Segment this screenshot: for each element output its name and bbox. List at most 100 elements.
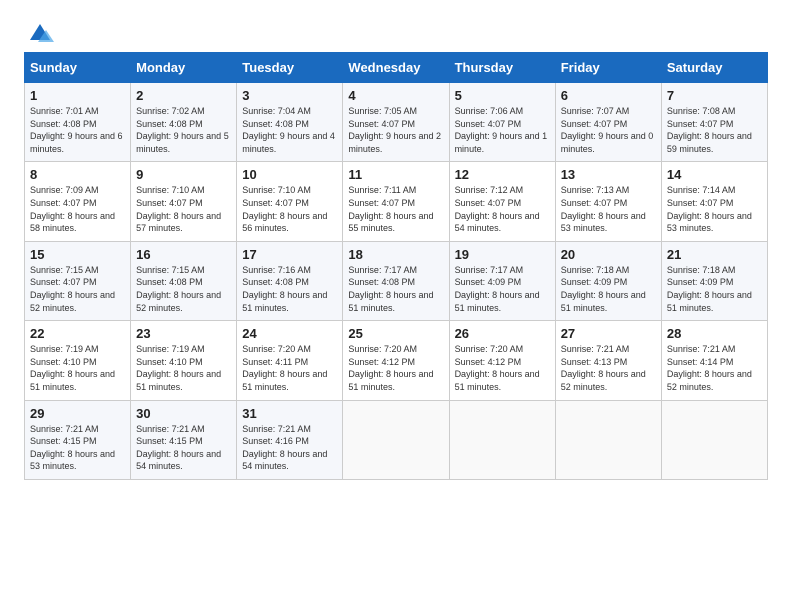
week-row-4: 22 Sunrise: 7:19 AM Sunset: 4:10 PM Dayli… [25,321,768,400]
logo-icon [26,20,54,48]
day-number: 2 [136,88,231,103]
calendar-cell: 30 Sunrise: 7:21 AM Sunset: 4:15 PM Dayli… [131,400,237,479]
day-number: 1 [30,88,125,103]
day-header-saturday: Saturday [661,53,767,83]
calendar-cell: 15 Sunrise: 7:15 AM Sunset: 4:07 PM Dayli… [25,241,131,320]
calendar-cell: 3 Sunrise: 7:04 AM Sunset: 4:08 PM Daylig… [237,83,343,162]
calendar-cell: 14Sunrise: 7:14 AM Sunset: 4:07 PM Dayli… [661,162,767,241]
calendar-cell: 28Sunrise: 7:21 AM Sunset: 4:14 PM Dayli… [661,321,767,400]
calendar-table: SundayMondayTuesdayWednesdayThursdayFrid… [24,52,768,480]
week-row-3: 15 Sunrise: 7:15 AM Sunset: 4:07 PM Dayli… [25,241,768,320]
calendar-cell: 5 Sunrise: 7:06 AM Sunset: 4:07 PM Daylig… [449,83,555,162]
day-info: Sunrise: 7:04 AM Sunset: 4:08 PM Dayligh… [242,105,337,155]
day-info: Sunrise: 7:19 AM Sunset: 4:10 PM Dayligh… [136,343,231,393]
header-row: SundayMondayTuesdayWednesdayThursdayFrid… [25,53,768,83]
day-header-friday: Friday [555,53,661,83]
day-info: Sunrise: 7:19 AM Sunset: 4:10 PM Dayligh… [30,343,125,393]
calendar-cell: 1 Sunrise: 7:01 AM Sunset: 4:08 PM Daylig… [25,83,131,162]
day-info: Sunrise: 7:02 AM Sunset: 4:08 PM Dayligh… [136,105,231,155]
calendar-cell: 20 Sunrise: 7:18 AM Sunset: 4:09 PM Dayli… [555,241,661,320]
calendar-cell: 19Sunrise: 7:17 AM Sunset: 4:09 PM Dayli… [449,241,555,320]
day-number: 27 [561,326,656,341]
day-info: Sunrise: 7:20 AM Sunset: 4:12 PM Dayligh… [348,343,443,393]
day-info: Sunrise: 7:21 AM Sunset: 4:15 PM Dayligh… [30,423,125,473]
day-info: Sunrise: 7:06 AM Sunset: 4:07 PM Dayligh… [455,105,550,155]
day-info: Sunrise: 7:18 AM Sunset: 4:09 PM Dayligh… [667,264,762,314]
calendar-cell: 25Sunrise: 7:20 AM Sunset: 4:12 PM Dayli… [343,321,449,400]
day-info: Sunrise: 7:05 AM Sunset: 4:07 PM Dayligh… [348,105,443,155]
day-header-sunday: Sunday [25,53,131,83]
day-number: 26 [455,326,550,341]
calendar-cell: 29Sunrise: 7:21 AM Sunset: 4:15 PM Dayli… [25,400,131,479]
week-row-5: 29Sunrise: 7:21 AM Sunset: 4:15 PM Dayli… [25,400,768,479]
day-info: Sunrise: 7:15 AM Sunset: 4:08 PM Dayligh… [136,264,231,314]
day-info: Sunrise: 7:11 AM Sunset: 4:07 PM Dayligh… [348,184,443,234]
day-number: 18 [348,247,443,262]
day-info: Sunrise: 7:16 AM Sunset: 4:08 PM Dayligh… [242,264,337,314]
calendar-cell: 17 Sunrise: 7:16 AM Sunset: 4:08 PM Dayli… [237,241,343,320]
day-number: 4 [348,88,443,103]
day-number: 15 [30,247,125,262]
calendar-cell: 26 Sunrise: 7:20 AM Sunset: 4:12 PM Dayli… [449,321,555,400]
day-number: 12 [455,167,550,182]
day-info: Sunrise: 7:10 AM Sunset: 4:07 PM Dayligh… [136,184,231,234]
day-info: Sunrise: 7:21 AM Sunset: 4:14 PM Dayligh… [667,343,762,393]
calendar-cell: 22 Sunrise: 7:19 AM Sunset: 4:10 PM Dayli… [25,321,131,400]
day-number: 19 [455,247,550,262]
day-header-monday: Monday [131,53,237,83]
calendar-cell [555,400,661,479]
day-number: 9 [136,167,231,182]
day-info: Sunrise: 7:01 AM Sunset: 4:08 PM Dayligh… [30,105,125,155]
day-number: 6 [561,88,656,103]
day-info: Sunrise: 7:09 AM Sunset: 4:07 PM Dayligh… [30,184,125,234]
day-number: 17 [242,247,337,262]
day-info: Sunrise: 7:15 AM Sunset: 4:07 PM Dayligh… [30,264,125,314]
day-number: 11 [348,167,443,182]
calendar-cell: 27Sunrise: 7:21 AM Sunset: 4:13 PM Dayli… [555,321,661,400]
calendar-cell: 21 Sunrise: 7:18 AM Sunset: 4:09 PM Dayli… [661,241,767,320]
day-number: 14 [667,167,762,182]
day-number: 20 [561,247,656,262]
day-info: Sunrise: 7:10 AM Sunset: 4:07 PM Dayligh… [242,184,337,234]
calendar-cell: 11 Sunrise: 7:11 AM Sunset: 4:07 PM Dayli… [343,162,449,241]
calendar-cell [343,400,449,479]
calendar-cell: 23 Sunrise: 7:19 AM Sunset: 4:10 PM Dayli… [131,321,237,400]
day-number: 5 [455,88,550,103]
calendar-cell: 31 Sunrise: 7:21 AM Sunset: 4:16 PM Dayli… [237,400,343,479]
day-info: Sunrise: 7:21 AM Sunset: 4:15 PM Dayligh… [136,423,231,473]
day-info: Sunrise: 7:21 AM Sunset: 4:16 PM Dayligh… [242,423,337,473]
day-number: 7 [667,88,762,103]
calendar-cell: 4 Sunrise: 7:05 AM Sunset: 4:07 PM Daylig… [343,83,449,162]
day-number: 23 [136,326,231,341]
day-info: Sunrise: 7:07 AM Sunset: 4:07 PM Dayligh… [561,105,656,155]
day-number: 8 [30,167,125,182]
calendar-cell [661,400,767,479]
day-number: 30 [136,406,231,421]
calendar-cell: 8 Sunrise: 7:09 AM Sunset: 4:07 PM Daylig… [25,162,131,241]
day-number: 31 [242,406,337,421]
day-info: Sunrise: 7:17 AM Sunset: 4:08 PM Dayligh… [348,264,443,314]
day-number: 13 [561,167,656,182]
day-number: 22 [30,326,125,341]
day-info: Sunrise: 7:20 AM Sunset: 4:11 PM Dayligh… [242,343,337,393]
calendar-cell: 10 Sunrise: 7:10 AM Sunset: 4:07 PM Dayli… [237,162,343,241]
day-number: 3 [242,88,337,103]
day-header-wednesday: Wednesday [343,53,449,83]
day-number: 16 [136,247,231,262]
day-info: Sunrise: 7:20 AM Sunset: 4:12 PM Dayligh… [455,343,550,393]
day-info: Sunrise: 7:18 AM Sunset: 4:09 PM Dayligh… [561,264,656,314]
day-info: Sunrise: 7:12 AM Sunset: 4:07 PM Dayligh… [455,184,550,234]
day-header-thursday: Thursday [449,53,555,83]
day-info: Sunrise: 7:13 AM Sunset: 4:07 PM Dayligh… [561,184,656,234]
day-number: 10 [242,167,337,182]
calendar-cell: 12 Sunrise: 7:12 AM Sunset: 4:07 PM Dayli… [449,162,555,241]
calendar-cell: 9 Sunrise: 7:10 AM Sunset: 4:07 PM Daylig… [131,162,237,241]
week-row-2: 8 Sunrise: 7:09 AM Sunset: 4:07 PM Daylig… [25,162,768,241]
day-info: Sunrise: 7:08 AM Sunset: 4:07 PM Dayligh… [667,105,762,155]
day-number: 24 [242,326,337,341]
calendar-cell [449,400,555,479]
day-number: 21 [667,247,762,262]
calendar-cell: 13 Sunrise: 7:13 AM Sunset: 4:07 PM Dayli… [555,162,661,241]
calendar-cell: 2 Sunrise: 7:02 AM Sunset: 4:08 PM Daylig… [131,83,237,162]
week-row-1: 1 Sunrise: 7:01 AM Sunset: 4:08 PM Daylig… [25,83,768,162]
